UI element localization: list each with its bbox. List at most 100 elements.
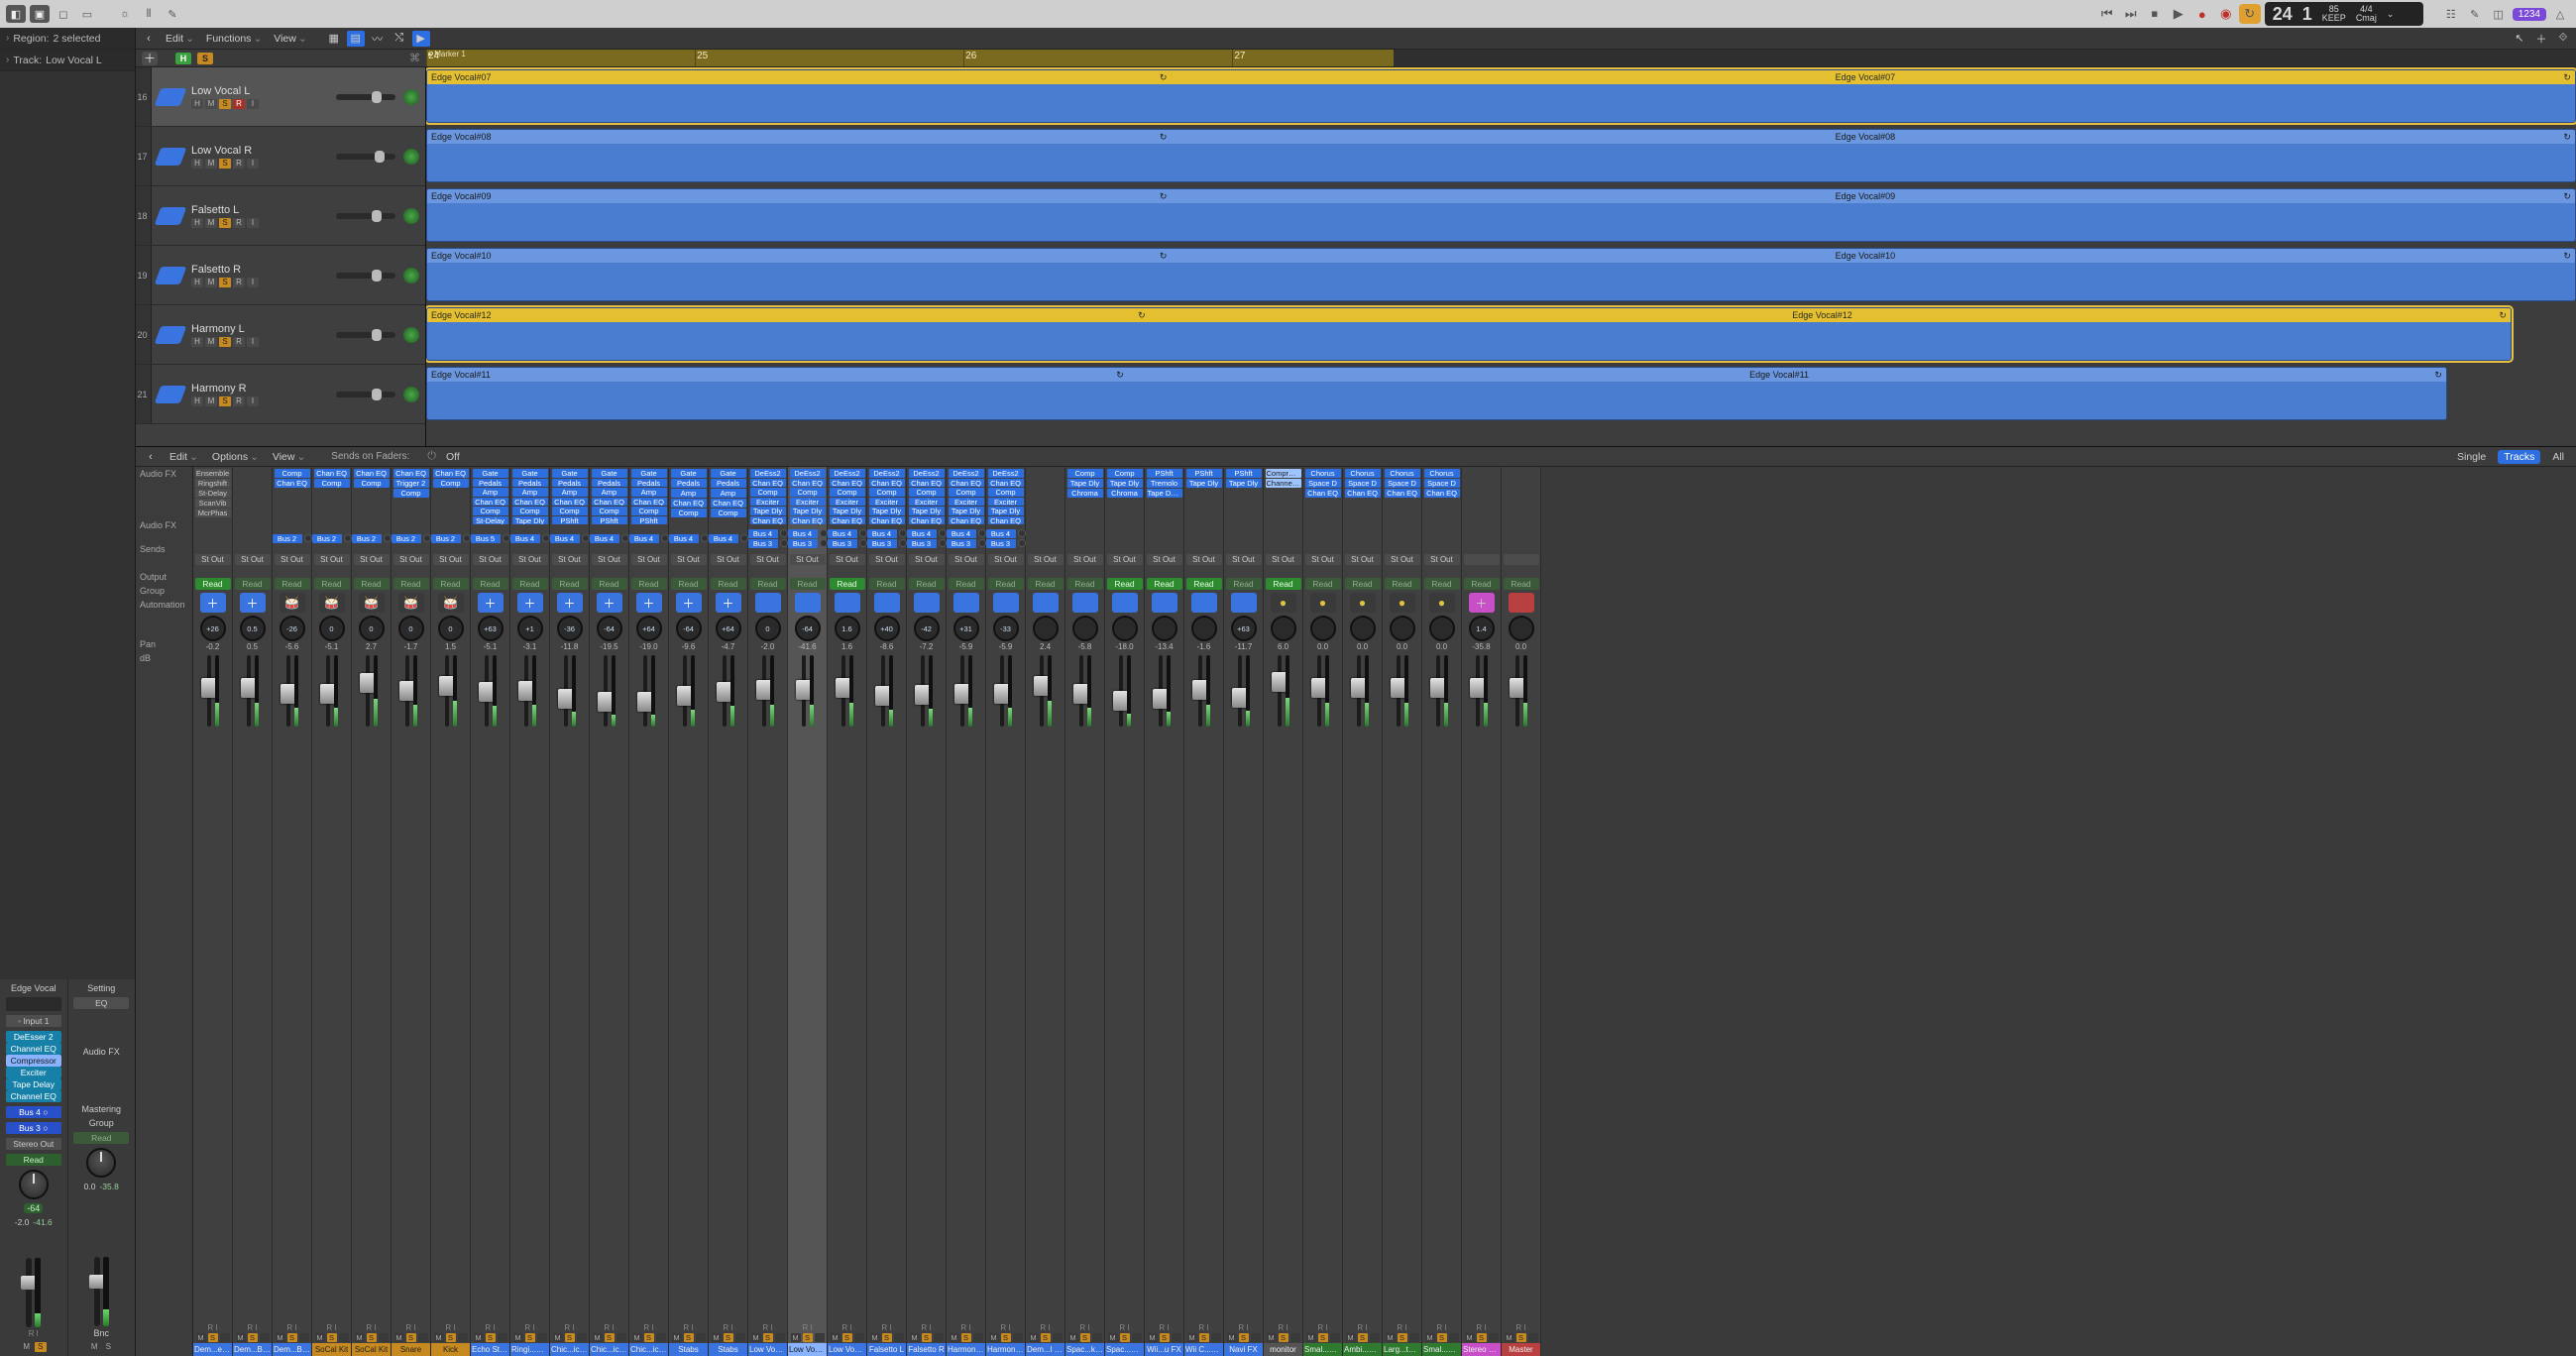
extra-button[interactable]	[1489, 1333, 1499, 1342]
automation-mode[interactable]: Read	[512, 578, 548, 590]
send-level-knob[interactable]	[463, 534, 471, 542]
extra-button[interactable]	[934, 1333, 944, 1342]
output-slot[interactable]	[1504, 554, 1539, 565]
channel-strip[interactable]: CompTape DlyChromaSt OutRead-18.0RIMSSpa…	[1105, 467, 1145, 1356]
extra-button[interactable]	[1370, 1333, 1380, 1342]
mute-button[interactable]: M	[236, 1333, 246, 1342]
channel-name[interactable]: Harmony R	[986, 1343, 1025, 1356]
fx-slot[interactable]: Comp	[949, 488, 984, 497]
fx-slot[interactable]: Chan EQ	[354, 469, 390, 478]
mute-button[interactable]: M	[1425, 1333, 1435, 1342]
send-level-knob[interactable]	[780, 529, 788, 537]
channel-strip[interactable]: DeEss2Chan EQCompExciterTape DlyChan EQB…	[748, 467, 788, 1356]
pan-knob[interactable]: 0	[359, 616, 385, 641]
channel-strip[interactable]: Read0.0RIMSMaster	[1502, 467, 1541, 1356]
fader[interactable]	[1515, 655, 1519, 727]
send-slot[interactable]: Bus 4	[788, 529, 818, 538]
channel-name[interactable]: Falsetto R	[907, 1343, 946, 1356]
fx-slot[interactable]: Tape Dly	[909, 507, 945, 515]
master-badge[interactable]: 1234	[2513, 8, 2546, 21]
fx-slot[interactable]: Comp	[552, 507, 588, 515]
fader[interactable]	[326, 655, 330, 727]
send-slot[interactable]: Bus 2	[431, 534, 461, 543]
extra-button[interactable]	[1409, 1333, 1419, 1342]
fx-slot[interactable]: Amp	[552, 488, 588, 497]
solo-button[interactable]: S	[763, 1333, 773, 1342]
automation-mode[interactable]: Read	[711, 578, 746, 590]
track-header[interactable]: 19Falsetto RHMSRI	[136, 246, 425, 305]
channel-name[interactable]: Navi FX	[1224, 1343, 1263, 1356]
fader[interactable]	[881, 655, 885, 727]
fx-slot[interactable]: Comp	[393, 489, 429, 498]
fx-slot[interactable]: Tape Dly	[750, 507, 786, 515]
fader[interactable]	[1238, 655, 1242, 727]
fx-slot[interactable]: Comp	[750, 488, 786, 497]
mute-button[interactable]: M	[21, 1342, 33, 1352]
view-menu[interactable]: View⌄	[270, 33, 310, 45]
fx-slot[interactable]: Comp	[433, 479, 469, 488]
extra-button[interactable]	[616, 1333, 626, 1342]
channel-strip[interactable]: GatePedalsAmpChan EQCompSt-DelayBus 5St …	[471, 467, 510, 1356]
automation-mode[interactable]: Read	[1504, 578, 1539, 590]
output-slot[interactable]: St Out	[750, 554, 786, 565]
mute-button[interactable]: M	[1267, 1333, 1277, 1342]
channel-strip[interactable]: GatePedalsAmpChan EQCompPShftBus 4St Out…	[590, 467, 629, 1356]
fader[interactable]	[643, 655, 647, 727]
channel-name[interactable]: monitor	[1264, 1343, 1302, 1356]
channel-strip[interactable]: ChorusSpace DChan EQSt OutRead●0.0RIMSSm…	[1303, 467, 1343, 1356]
channel-strip[interactable]: Read＋1.4-35.8RIMSStereo Out	[1462, 467, 1502, 1356]
fx-slot[interactable]: PShft	[1147, 469, 1182, 478]
grid-icon[interactable]: ▦	[325, 31, 343, 47]
send-slot[interactable]: Bus 5	[471, 534, 501, 543]
automation-mode[interactable]: Read	[909, 578, 945, 590]
output-slot[interactable]: St Out	[235, 554, 271, 565]
fx-slot[interactable]: Chan EQ	[1424, 489, 1460, 498]
pan-knob[interactable]	[19, 1170, 49, 1199]
solo-badge[interactable]: S	[197, 53, 213, 64]
fader[interactable]	[366, 655, 370, 727]
mute-button[interactable]: M	[910, 1333, 920, 1342]
fx-slot[interactable]: Chan EQ	[869, 479, 905, 488]
track-h-button[interactable]: H	[191, 218, 203, 228]
back-icon[interactable]: ‹	[140, 31, 158, 47]
fx-slot[interactable]: Compressor	[6, 1055, 61, 1067]
send-slot[interactable]: Bus 3 ○	[6, 1122, 61, 1134]
fx-slot[interactable]: Gate	[592, 469, 627, 478]
channel-name[interactable]: Master	[1502, 1343, 1540, 1356]
channel-strip[interactable]: St OutRead＋0.50.5RIMSDem...Bed	[233, 467, 273, 1356]
fader[interactable]	[405, 655, 409, 727]
extra-button[interactable]	[1211, 1333, 1221, 1342]
send-slot[interactable]: Bus 3	[867, 539, 897, 548]
fx-slot[interactable]: Exciter	[750, 498, 786, 507]
output-slot[interactable]: St Out	[671, 554, 707, 565]
channel-name[interactable]: Chic...ickin'	[629, 1343, 668, 1356]
fader[interactable]	[1436, 655, 1440, 727]
track-m-button[interactable]: M	[205, 218, 217, 228]
solo-button[interactable]: S	[1477, 1333, 1487, 1342]
tab-all[interactable]: All	[2546, 450, 2570, 464]
fx-slot[interactable]: Chan EQ	[790, 516, 826, 525]
channel-name[interactable]: Wii C...d FX	[1184, 1343, 1223, 1356]
send-level-knob[interactable]	[820, 529, 828, 537]
send-slot[interactable]: Bus 2	[352, 534, 382, 543]
fx-slot[interactable]: Ensemble	[195, 469, 231, 478]
extra-button[interactable]	[894, 1333, 904, 1342]
fader[interactable]	[604, 655, 608, 727]
track-r-button[interactable]: R	[233, 218, 245, 228]
fx-slot[interactable]: Comp	[275, 469, 310, 478]
output-slot[interactable]: St Out	[314, 554, 350, 565]
mute-button[interactable]: M	[434, 1333, 444, 1342]
toolbar-icon-b[interactable]: ▭	[77, 5, 97, 23]
send-level-knob[interactable]	[701, 534, 709, 542]
channel-strip[interactable]: ChorusSpace DChan EQSt OutRead●0.0RIMSSm…	[1422, 467, 1462, 1356]
solo-button[interactable]: S	[1041, 1333, 1051, 1342]
channel-strip[interactable]: ChorusSpace DChan EQSt OutRead●0.0RIMSAm…	[1343, 467, 1383, 1356]
fx-slot[interactable]: Chan EQ	[512, 498, 548, 507]
pan-knob[interactable]: +64	[636, 616, 662, 641]
channel-name[interactable]: Falsetto L	[867, 1343, 906, 1356]
fx-slot[interactable]: Chan EQ	[671, 499, 707, 508]
fx-slot[interactable]: Chan EQ	[275, 479, 310, 488]
track-i-button[interactable]: I	[247, 337, 259, 347]
gain-knob[interactable]	[403, 387, 419, 402]
send-slot[interactable]: Bus 4	[669, 534, 699, 543]
